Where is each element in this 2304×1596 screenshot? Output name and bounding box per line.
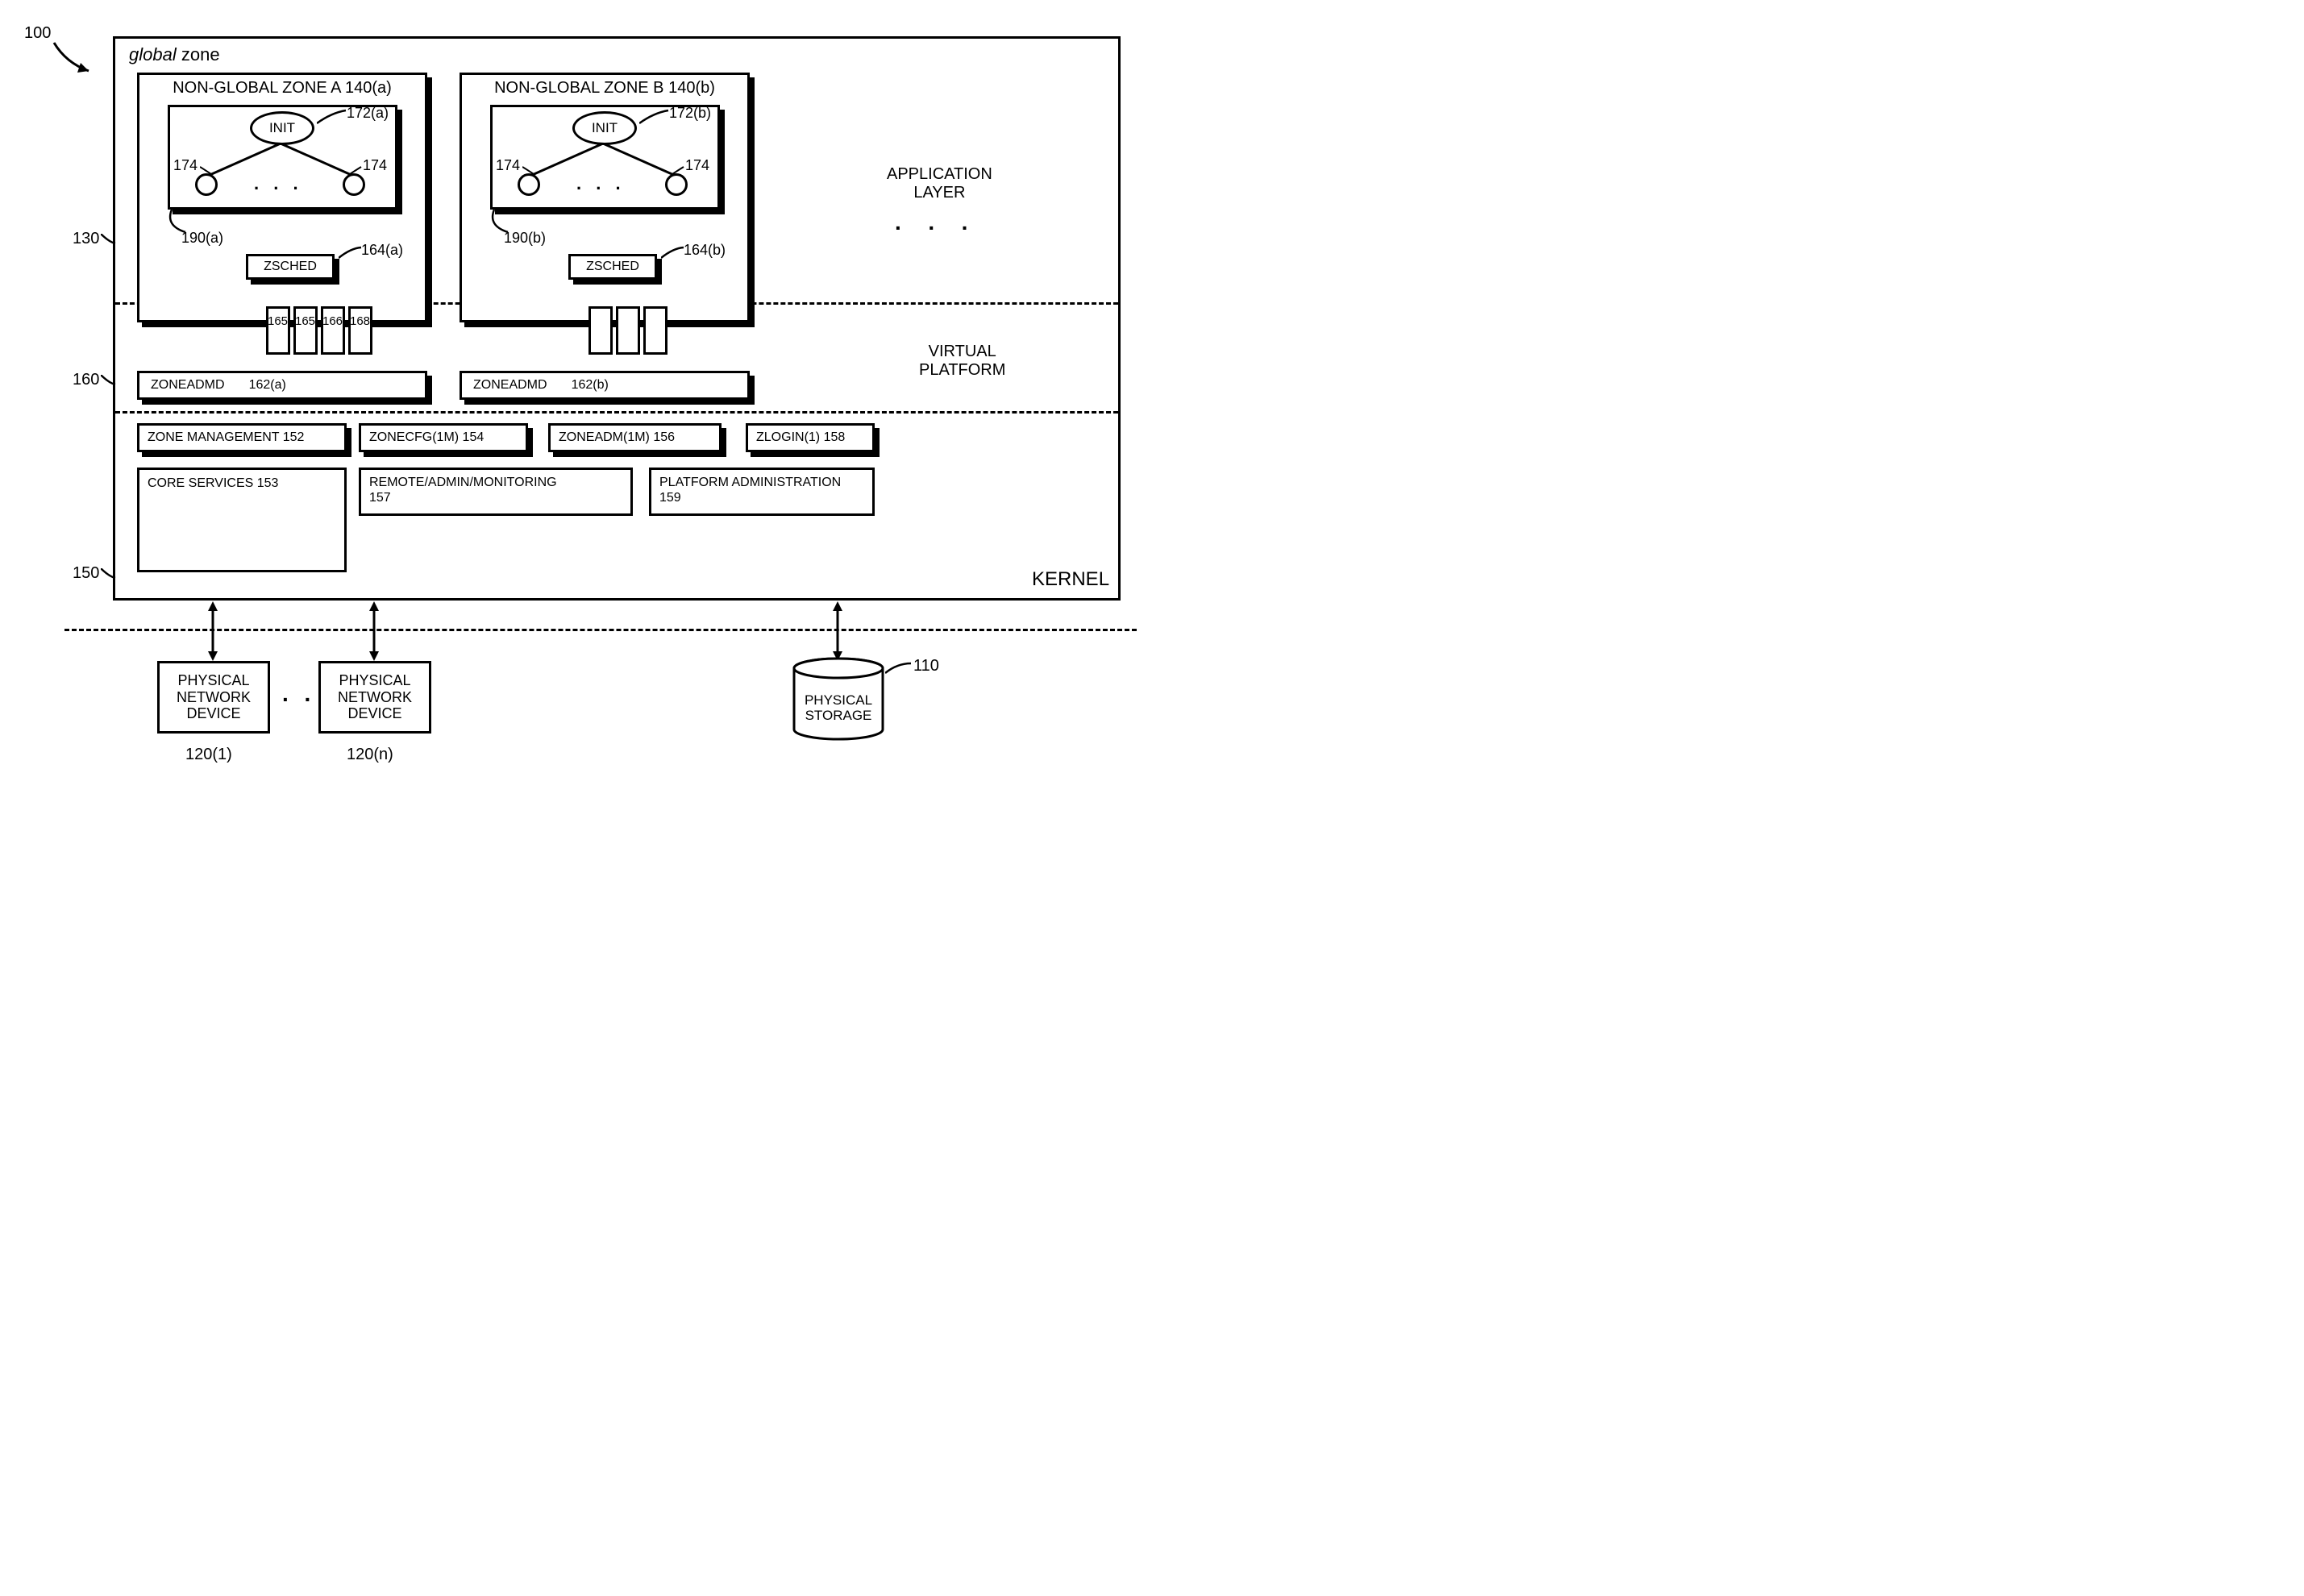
zone-b-zoneadmd-ref: 162(b) xyxy=(572,378,609,393)
zone-b-zoneadmd-label: ZONEADMD xyxy=(473,378,547,393)
dashed-divider-2 xyxy=(115,411,1118,414)
storage-ref: 110 xyxy=(913,657,939,675)
remote-admin-box: REMOTE/ADMIN/MONITORING 157 xyxy=(359,468,633,516)
physical-net-device-1: PHYSICAL NETWORK DEVICE xyxy=(157,661,270,734)
zone-a-tree-ref: 190(a) xyxy=(181,230,223,247)
ellipsis-icon: . . . xyxy=(895,210,972,235)
leader-icon xyxy=(350,163,364,177)
zone-a-port-2-ref: 165 xyxy=(295,314,315,328)
physical-net-device-n: PHYSICAL NETWORK DEVICE xyxy=(318,661,431,734)
zone-b-tree-ref: 190(b) xyxy=(504,230,546,247)
ellipsis-icon: . . . xyxy=(576,173,626,194)
platform-admin-box: PLATFORM ADMINISTRATION 159 xyxy=(649,468,875,516)
zone-a-zoneadmd-ref: 162(a) xyxy=(249,378,286,393)
zone-a-zsched: ZSCHED xyxy=(246,254,335,280)
zone-a-port-1 xyxy=(266,306,290,355)
system-ref-label: 100 xyxy=(24,24,51,43)
virt-layer-ref: 160 xyxy=(73,371,99,389)
zlogin-box: ZLOGIN(1) 158 xyxy=(746,423,875,452)
double-arrow-icon xyxy=(367,601,381,661)
core-services-box: CORE SERVICES 153 xyxy=(137,468,347,572)
net-device-1-ref: 120(1) xyxy=(185,746,232,764)
zone-a-zoneadmd: ZONEADMD 162(a) xyxy=(137,371,427,400)
zone-b-port xyxy=(588,306,613,355)
zone-a-port-4 xyxy=(348,306,372,355)
kernel-layer-label: KERNEL xyxy=(1032,568,1109,591)
zone-b-zoneadmd: ZONEADMD 162(b) xyxy=(460,371,750,400)
zoneadm-box: ZONEADM(1M) 156 xyxy=(548,423,722,452)
leader-icon xyxy=(317,109,349,129)
leader-icon xyxy=(639,109,672,129)
zone-b-port xyxy=(643,306,667,355)
zone-b-port xyxy=(616,306,640,355)
arrow-curve-icon xyxy=(50,39,98,79)
leader-icon xyxy=(522,163,537,177)
app-layer-ref: 130 xyxy=(73,230,99,248)
leader-icon xyxy=(101,234,117,250)
storage-label: PHYSICAL STORAGE xyxy=(794,693,883,723)
net-device-n-ref: 120(n) xyxy=(347,746,393,764)
zone-b-zsched: ZSCHED xyxy=(568,254,657,280)
leader-icon xyxy=(101,375,117,391)
zone-a-port-2 xyxy=(293,306,318,355)
zone-b-init-ref: 172(b) xyxy=(669,105,711,122)
double-arrow-icon xyxy=(830,601,845,661)
ellipsis-icon: . . . xyxy=(254,173,303,194)
zonecfg-box: ZONECFG(1M) 154 xyxy=(359,423,528,452)
zone-b-zsched-ref: 164(b) xyxy=(684,242,726,259)
leader-icon xyxy=(672,163,687,177)
dashed-divider-bottom xyxy=(64,629,1137,631)
zone-b-proc-ref-r: 174 xyxy=(685,157,709,174)
zone-b-init: INIT xyxy=(572,111,637,145)
zone-a-init-ref: 172(a) xyxy=(347,105,389,122)
leader-icon xyxy=(885,661,913,677)
zone-a-zoneadmd-label: ZONEADMD xyxy=(151,378,225,393)
zone-b-title: NON-GLOBAL ZONE B 140(b) xyxy=(468,79,742,98)
kernel-layer-ref: 150 xyxy=(73,564,99,583)
zone-a-port-1-ref: 165 xyxy=(268,314,288,328)
app-layer-label: APPLICATION LAYER xyxy=(887,165,992,202)
double-arrow-icon xyxy=(206,601,220,661)
zone-a-proc-ref-l: 174 xyxy=(173,157,198,174)
zone-a-port-3-ref: 166 xyxy=(322,314,343,328)
leader-icon xyxy=(339,246,363,262)
leader-icon xyxy=(101,568,117,584)
zone-architecture-diagram: 100 global zone 130 160 150 APPLICATION … xyxy=(24,24,1153,798)
virt-layer-label: VIRTUAL PLATFORM xyxy=(919,343,1005,380)
zone-management-box: ZONE MANAGEMENT 152 xyxy=(137,423,347,452)
global-zone-title: global zone xyxy=(129,44,220,65)
zone-a-zsched-ref: 164(a) xyxy=(361,242,403,259)
zone-a-port-4-ref: 168 xyxy=(350,314,370,328)
zone-a-proc-ref-r: 174 xyxy=(363,157,387,174)
zone-a-port-3 xyxy=(321,306,345,355)
zone-b-proc-ref-l: 174 xyxy=(496,157,520,174)
leader-icon xyxy=(661,246,685,262)
zone-a-title: NON-GLOBAL ZONE A 140(a) xyxy=(145,79,419,98)
zone-a-init: INIT xyxy=(250,111,314,145)
leader-icon xyxy=(200,163,214,177)
